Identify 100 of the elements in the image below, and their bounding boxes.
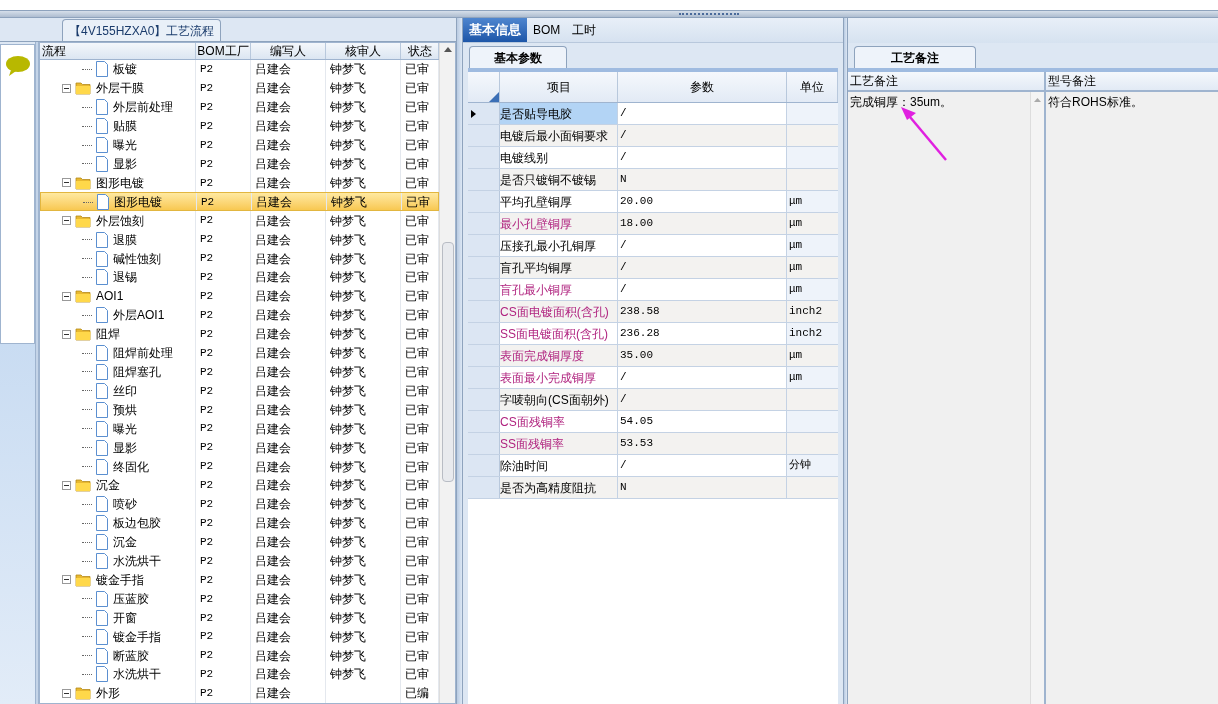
tree-row[interactable]: 沉金 P2 吕建会 钟梦飞 已审 [40,475,439,495]
tree-row[interactable]: 退锡 P2 吕建会 钟梦飞 已审 [40,268,439,287]
table-cell-text: P2 [200,497,214,513]
column-header[interactable]: BOM工厂 [197,43,249,59]
note-field[interactable]: 完成铜厚：35um。 [848,92,1030,704]
tree-row[interactable]: 曝光 P2 吕建会 钟梦飞 已审 [40,419,439,439]
table-row[interactable]: 是否只镀铜不镀锡 N [468,169,838,191]
collapse-toggle[interactable] [62,329,71,339]
tree-row[interactable]: 阻焊前处理 P2 吕建会 钟梦飞 已审 [40,343,439,363]
tree-row[interactable]: 喷砂 P2 吕建会 钟梦飞 已审 [40,494,439,514]
table-row[interactable]: 电镀后最小面铜要求 / [468,125,838,147]
table-row[interactable]: 最小孔壁铜厚 18.00 μm [468,213,838,235]
tree-row[interactable]: 板边包胶 P2 吕建会 钟梦飞 已审 [40,513,439,533]
table-cell-text: P2 [200,270,214,286]
table-row[interactable]: 表面最小完成铜厚 / μm [468,367,838,389]
table-cell-text: 钟梦飞 [330,326,366,344]
table-row[interactable]: 电镀线别 / [468,147,838,169]
table-cell-text: 钟梦飞 [330,212,366,230]
table-row[interactable]: 是否为高精度阻抗 N [468,477,838,499]
tree-row[interactable]: 镀金手指 P2 吕建会 钟梦飞 已审 [40,627,439,647]
column-header[interactable]: 编写人 [270,43,306,59]
tree-row[interactable]: 压蓝胶 P2 吕建会 钟梦飞 已审 [40,589,439,609]
table-cell-text: / [620,260,627,276]
tree-row[interactable]: 沉金 P2 吕建会 钟梦飞 已审 [40,532,439,552]
document-icon [95,590,109,607]
table-row[interactable]: CS面残铜率 54.05 [468,411,838,433]
tree-row[interactable]: 外层蚀刻 P2 吕建会 钟梦飞 已审 [40,211,439,231]
column-header[interactable]: 参数 [690,78,714,96]
table-row[interactable]: 盲孔平均铜厚 / μm [468,257,838,279]
table-row[interactable]: 盲孔最小铜厚 / μm [468,279,838,301]
tab[interactable]: BOM [527,18,567,42]
tree-row[interactable]: 断蓝胶 P2 吕建会 钟梦飞 已审 [40,646,439,665]
tree-row[interactable]: 终固化 P2 吕建会 钟梦飞 已审 [40,457,439,476]
tree-row[interactable]: 退膜 P2 吕建会 钟梦飞 已审 [40,230,439,250]
table-row[interactable]: 字唛朝向(CS面朝外) / [468,389,838,411]
collapse-toggle[interactable] [62,291,71,301]
table-row[interactable]: SS面电镀面积(含孔) 236.28 inch2 [468,323,838,345]
table-row[interactable]: 除油时间 / 分钟 [468,455,838,477]
tree-row[interactable]: 外层AOI1 P2 吕建会 钟梦飞 已审 [40,305,439,325]
table-cell-text: 吕建会 [255,666,291,684]
collapse-toggle[interactable] [62,178,71,188]
tree-row[interactable]: 水洗烘干 P2 吕建会 钟梦飞 已审 [40,665,439,684]
panel-tab[interactable]: 【4V155HZXA0】工艺流程 [62,19,222,41]
arrow-annotation [898,105,950,163]
tree-row[interactable]: 板镀 P2 吕建会 钟梦飞 已审 [40,60,439,79]
table-cell-text: 电镀后最小面铜要求 [500,127,608,145]
tree-row[interactable]: 曝光 P2 吕建会 钟梦飞 已审 [40,135,439,155]
table-row[interactable]: SS面残铜率 53.53 [468,433,838,455]
tree-row[interactable]: 开窗 P2 吕建会 钟梦飞 已审 [40,608,439,628]
collapse-toggle[interactable] [62,83,71,93]
document-icon [95,250,109,267]
column-header[interactable]: 单位 [800,78,824,96]
tree-row[interactable]: 丝印 P2 吕建会 钟梦飞 已审 [40,381,439,401]
tree-row[interactable]: 碱性蚀刻 P2 吕建会 钟梦飞 已审 [40,249,439,268]
tree-row[interactable]: AOI1 P2 吕建会 钟梦飞 已审 [40,286,439,306]
collapse-toggle[interactable] [62,575,71,585]
table-cell-text: 吕建会 [255,288,291,306]
table-cell-text: 钟梦飞 [330,666,366,684]
collapse-toggle[interactable] [62,216,71,226]
table-cell-text: 吕建会 [255,609,291,627]
scrollbar[interactable] [439,43,455,703]
table-row[interactable]: 压接孔最小孔铜厚 / μm [468,235,838,257]
table-row[interactable]: 平均孔壁铜厚 20.00 μm [468,191,838,213]
panel-tab[interactable]: 基本参数 [469,46,567,68]
table-row[interactable]: 表面完成铜厚度 35.00 μm [468,345,838,367]
splitter-grip[interactable] [679,12,739,16]
table-cell-text: 已编 [405,685,429,703]
tree-row[interactable]: 外层前处理 P2 吕建会 钟梦飞 已审 [40,97,439,117]
tree-row[interactable]: 图形电镀 P2 吕建会 钟梦飞 已审 [40,192,439,212]
tree-row[interactable]: 外层干膜 P2 吕建会 钟梦飞 已审 [40,78,439,98]
scroll-up-icon[interactable] [443,47,452,52]
tree-row[interactable]: 水洗烘干 P2 吕建会 钟梦飞 已审 [40,551,439,571]
collapse-toggle[interactable] [62,688,71,698]
tree-label: 退锡 [113,269,137,287]
tree-row[interactable]: 显影 P2 吕建会 钟梦飞 已审 [40,154,439,174]
table-cell-text: P2 [200,118,214,134]
tree-row[interactable]: 阻焊塞孔 P2 吕建会 钟梦飞 已审 [40,362,439,382]
tree-row[interactable]: 镀金手指 P2 吕建会 钟梦飞 已审 [40,570,439,590]
table-row[interactable]: CS面电镀面积(含孔) 238.58 inch2 [468,301,838,323]
tab[interactable]: 基本信息 [463,18,527,42]
tree-row[interactable]: 贴膜 P2 吕建会 钟梦飞 已审 [40,116,439,136]
tree-row[interactable]: 显影 P2 吕建会 钟梦飞 已审 [40,438,439,458]
collapse-toggle[interactable] [62,480,71,490]
table-cell-text: μm [789,348,803,364]
table-cell-text: 字唛朝向(CS面朝外) [500,391,609,409]
table-row[interactable]: 是否贴导电胶 / [468,103,838,125]
tree-row[interactable]: 外形 P2 吕建会 已编 [40,683,439,703]
table-cell-text: 已审 [405,609,429,627]
tree-row[interactable]: 阻焊 P2 吕建会 钟梦飞 已审 [40,324,439,344]
note-field[interactable]: 符合ROHS标准。 [1046,92,1218,704]
tree-row[interactable]: 预烘 P2 吕建会 钟梦飞 已审 [40,400,439,420]
tab[interactable]: 工时 [566,18,603,42]
scrollbar[interactable] [1030,92,1044,704]
column-header[interactable]: 核审人 [345,43,381,59]
column-header[interactable]: 项目 [546,78,571,96]
panel-tab[interactable]: 工艺备注 [854,46,976,68]
column-header[interactable]: 状态 [407,43,432,59]
table-cell-text: CS面电镀面积(含孔) [500,303,609,321]
column-header[interactable]: 流程 [42,43,66,59]
table-cell-text: 表面最小完成铜厚 [500,369,596,387]
